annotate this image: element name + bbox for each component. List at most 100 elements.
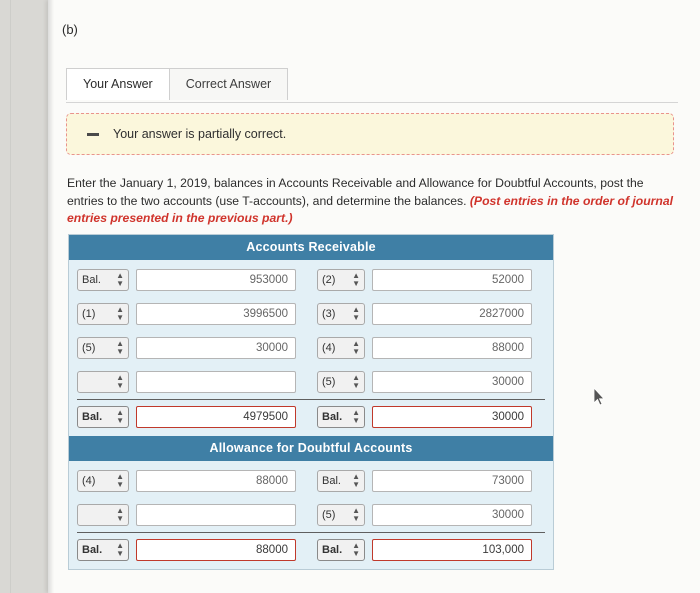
account-select-label: (5) (322, 376, 336, 388)
amount-input[interactable]: 30000 (372, 504, 532, 526)
account-select-label: (4) (82, 475, 96, 487)
chevron-updown-icon: ▲ ▼ (116, 339, 124, 356)
account-select[interactable]: (3) ▲ ▼ (317, 303, 365, 325)
account-select[interactable]: (4) ▲ ▼ (77, 470, 129, 492)
account-select[interactable]: (1) ▲ ▼ (77, 303, 129, 325)
account-select-label: (5) (82, 342, 96, 354)
accounts-receivable-body: Bal. ▲ ▼ 953000 (2) ▲ ▼ 52000 (1) ▲ ▼ 39… (69, 260, 553, 436)
minus-icon (87, 132, 99, 136)
account-select[interactable]: Bal. ▲ ▼ (77, 269, 129, 291)
mouse-pointer-icon (594, 388, 606, 406)
amount-input[interactable]: 30000 (372, 406, 532, 428)
row-left-cell: Bal. ▲ ▼ 4979500 (69, 406, 311, 428)
t-accounts-panel: Accounts Receivable Bal. ▲ ▼ 953000 (2) ▲… (68, 234, 554, 570)
account-select[interactable]: (4) ▲ ▼ (317, 337, 365, 359)
allowance-doubtful-accounts-body: (4) ▲ ▼ 88000 Bal. ▲ ▼ 73000 ▲ ▼ (5) ▲ ▼… (69, 461, 553, 569)
row-left-cell: ▲ ▼ (69, 371, 311, 393)
account-select-label: (5) (322, 509, 336, 521)
amount-input[interactable]: 88000 (136, 539, 296, 561)
chevron-updown-icon: ▲ ▼ (352, 541, 360, 558)
table-row: Bal. ▲ ▼ 953000 (2) ▲ ▼ 52000 (69, 263, 553, 297)
question-page: (b) Your Answer Correct Answer Your answ… (48, 0, 700, 593)
chevron-updown-icon: ▲ ▼ (116, 305, 124, 322)
row-right-cell: (5) ▲ ▼ 30000 (311, 504, 553, 526)
chevron-updown-icon: ▲ ▼ (352, 373, 360, 390)
row-left-cell: (1) ▲ ▼ 3996500 (69, 303, 311, 325)
table-row: (4) ▲ ▼ 88000 Bal. ▲ ▼ 73000 (69, 464, 553, 498)
account-select[interactable]: Bal. ▲ ▼ (317, 470, 365, 492)
tab-your-answer-label: Your Answer (83, 77, 153, 91)
account-select[interactable]: ▲ ▼ (77, 371, 129, 393)
tab-correct-answer-label: Correct Answer (185, 77, 272, 91)
account-select-label: (3) (322, 308, 336, 320)
account-select-label: (4) (322, 342, 336, 354)
table-row: ▲ ▼ (5) ▲ ▼ 30000 (69, 498, 553, 532)
account-select-label: Bal. (82, 274, 101, 286)
amount-input[interactable]: 103,000 (372, 539, 532, 561)
row-left-cell: (4) ▲ ▼ 88000 (69, 470, 311, 492)
table-row: ▲ ▼ (5) ▲ ▼ 30000 (69, 365, 553, 399)
amount-input[interactable]: 88000 (372, 337, 532, 359)
accounts-receivable-header: Accounts Receivable (69, 235, 553, 260)
chevron-updown-icon: ▲ ▼ (116, 541, 124, 558)
chevron-updown-icon: ▲ ▼ (352, 271, 360, 288)
row-left-cell: Bal. ▲ ▼ 88000 (69, 539, 311, 561)
chevron-updown-icon: ▲ ▼ (352, 472, 360, 489)
account-select-label: (2) (322, 274, 336, 286)
amount-input[interactable]: 52000 (372, 269, 532, 291)
table-row: (5) ▲ ▼ 30000 (4) ▲ ▼ 88000 (69, 331, 553, 365)
page-edge-shadow (48, 0, 54, 593)
amount-input[interactable]: 3996500 (136, 303, 296, 325)
amount-input[interactable]: 2827000 (372, 303, 532, 325)
answer-tabs[interactable]: Your Answer Correct Answer (66, 68, 289, 100)
chevron-updown-icon: ▲ ▼ (352, 506, 360, 523)
tab-your-answer[interactable]: Your Answer (66, 68, 170, 100)
account-select[interactable]: (2) ▲ ▼ (317, 269, 365, 291)
account-select-label: Bal. (322, 544, 343, 556)
amount-input[interactable]: 30000 (372, 371, 532, 393)
amount-input[interactable]: 88000 (136, 470, 296, 492)
table-row-total: Bal. ▲ ▼ 4979500 Bal. ▲ ▼ 30000 (69, 400, 553, 434)
part-label: (b) (62, 22, 78, 37)
account-select[interactable]: Bal. ▲ ▼ (317, 539, 365, 561)
account-select[interactable]: (5) ▲ ▼ (317, 504, 365, 526)
row-right-cell: (3) ▲ ▼ 2827000 (311, 303, 553, 325)
account-select[interactable]: (5) ▲ ▼ (77, 337, 129, 359)
row-left-cell: ▲ ▼ (69, 504, 311, 526)
account-select[interactable]: (5) ▲ ▼ (317, 371, 365, 393)
amount-input[interactable]: 73000 (372, 470, 532, 492)
row-right-cell: Bal. ▲ ▼ 103,000 (311, 539, 553, 561)
amount-input[interactable] (136, 504, 296, 526)
account-select-label: Bal. (322, 411, 343, 423)
instructions: Enter the January 1, 2019, balances in A… (67, 175, 679, 228)
account-select-label: Bal. (82, 411, 103, 423)
account-select[interactable]: Bal. ▲ ▼ (317, 406, 365, 428)
page-left-gutter (0, 0, 48, 593)
row-left-cell: (5) ▲ ▼ 30000 (69, 337, 311, 359)
chevron-updown-icon: ▲ ▼ (116, 472, 124, 489)
chevron-updown-icon: ▲ ▼ (116, 373, 124, 390)
chevron-updown-icon: ▲ ▼ (116, 271, 124, 288)
account-select-label: Bal. (322, 475, 341, 487)
amount-input[interactable]: 4979500 (136, 406, 296, 428)
row-right-cell: Bal. ▲ ▼ 30000 (311, 406, 553, 428)
partial-correct-alert: Your answer is partially correct. (66, 113, 674, 155)
row-right-cell: Bal. ▲ ▼ 73000 (311, 470, 553, 492)
alert-message: Your answer is partially correct. (113, 127, 287, 141)
amount-input[interactable] (136, 371, 296, 393)
tab-correct-answer[interactable]: Correct Answer (169, 68, 289, 100)
row-right-cell: (4) ▲ ▼ 88000 (311, 337, 553, 359)
amount-input[interactable]: 953000 (136, 269, 296, 291)
chevron-updown-icon: ▲ ▼ (352, 305, 360, 322)
row-right-cell: (5) ▲ ▼ 30000 (311, 371, 553, 393)
amount-input[interactable]: 30000 (136, 337, 296, 359)
account-select[interactable]: Bal. ▲ ▼ (77, 406, 129, 428)
account-select[interactable]: ▲ ▼ (77, 504, 129, 526)
account-select[interactable]: Bal. ▲ ▼ (77, 539, 129, 561)
tabs-underline (66, 102, 678, 103)
table-row: (1) ▲ ▼ 3996500 (3) ▲ ▼ 2827000 (69, 297, 553, 331)
account-select-label: Bal. (82, 544, 103, 556)
chevron-updown-icon: ▲ ▼ (352, 408, 360, 425)
account-select-label: (1) (82, 308, 96, 320)
chevron-updown-icon: ▲ ▼ (116, 408, 124, 425)
